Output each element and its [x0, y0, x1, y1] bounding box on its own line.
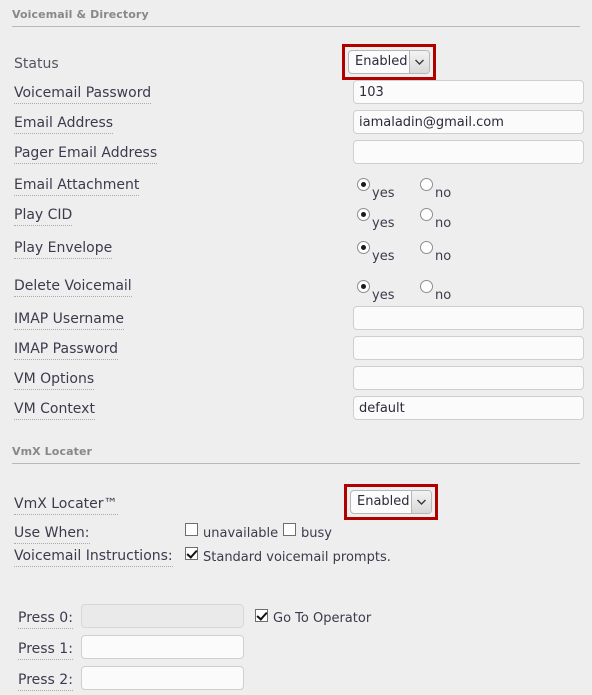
play-cid-radio-yes[interactable]	[357, 208, 370, 221]
label-pager-email-address: Pager Email Address	[14, 145, 158, 164]
use-when-unavailable-label: unavailable	[203, 526, 279, 541]
go-to-operator-label: Go To Operator	[273, 611, 372, 626]
label-vm-context: VM Context	[14, 401, 95, 420]
email-attachment-radio-no-label: no	[435, 186, 452, 201]
label-play-cid: Play CID	[14, 207, 73, 226]
imap-password-input[interactable]	[353, 336, 584, 360]
press-2-input[interactable]	[81, 666, 244, 690]
chevron-down-icon	[409, 51, 429, 73]
label-vmx-locater: VmX Locater™	[14, 496, 118, 515]
play-envelope-radio-no-label: no	[435, 249, 452, 264]
voicemail-password-input[interactable]	[353, 80, 584, 104]
status-dropdown-highlight: Enabled	[342, 44, 436, 80]
play-envelope-radio-yes-label: yes	[372, 249, 395, 264]
email-attachment-radio-no[interactable]	[420, 178, 433, 191]
label-press-2: Press 2:	[18, 672, 73, 691]
play-envelope-radio-no[interactable]	[420, 241, 433, 254]
email-address-input[interactable]	[353, 110, 584, 134]
section-divider-2	[12, 463, 580, 464]
label-voicemail-password: Voicemail Password	[14, 85, 152, 104]
pager-email-address-input[interactable]	[353, 140, 584, 164]
use-when-busy-label: busy	[301, 526, 332, 541]
label-use-when: Use When:	[14, 525, 90, 544]
section-divider	[12, 26, 580, 27]
vmx-locater-dropdown-highlight: Enabled	[344, 484, 438, 520]
label-imap-password: IMAP Password	[14, 341, 119, 360]
label-press-0: Press 0:	[18, 610, 73, 629]
press-0-input[interactable]	[81, 604, 244, 628]
status-dropdown-value: Enabled	[355, 54, 408, 69]
section-title-voicemail-directory: Voicemail & Directory	[12, 8, 149, 21]
label-voicemail-instructions: Voicemail Instructions:	[14, 548, 173, 567]
vm-options-input[interactable]	[353, 366, 584, 390]
section-title-vmx-locater: VmX Locater	[12, 445, 93, 458]
label-press-1: Press 1:	[18, 641, 73, 660]
email-attachment-radio-yes[interactable]	[357, 178, 370, 191]
play-envelope-radio-yes[interactable]	[357, 241, 370, 254]
voicemail-instructions-checkbox[interactable]	[185, 547, 198, 560]
use-when-busy-checkbox[interactable]	[283, 523, 296, 536]
delete-voicemail-radio-no-label: no	[435, 288, 452, 303]
go-to-operator-checkbox[interactable]	[255, 609, 268, 622]
chevron-down-icon	[411, 491, 431, 513]
imap-username-input[interactable]	[353, 306, 584, 330]
vmx-locater-dropdown[interactable]: Enabled	[350, 490, 432, 514]
vm-context-input[interactable]	[353, 396, 584, 420]
label-vm-options: VM Options	[14, 371, 95, 390]
play-cid-radio-no[interactable]	[420, 208, 433, 221]
email-attachment-radio-yes-label: yes	[372, 186, 395, 201]
use-when-unavailable-checkbox[interactable]	[185, 523, 198, 536]
label-play-envelope: Play Envelope	[14, 240, 113, 259]
label-status: Status	[14, 56, 59, 72]
play-cid-radio-no-label: no	[435, 216, 452, 231]
label-email-address: Email Address	[14, 115, 114, 134]
press-1-input[interactable]	[81, 635, 244, 659]
label-imap-username: IMAP Username	[14, 311, 125, 330]
label-delete-voicemail: Delete Voicemail	[14, 278, 132, 297]
label-email-attachment: Email Attachment	[14, 177, 140, 196]
voicemail-instructions-option-label: Standard voicemail prompts.	[203, 550, 391, 565]
delete-voicemail-radio-no[interactable]	[420, 280, 433, 293]
voicemail-directory-settings-page: Voicemail & Directory Status Enabled Voi…	[0, 0, 592, 695]
delete-voicemail-radio-yes[interactable]	[357, 280, 370, 293]
delete-voicemail-radio-yes-label: yes	[372, 288, 395, 303]
play-cid-radio-yes-label: yes	[372, 216, 395, 231]
vmx-locater-dropdown-value: Enabled	[357, 494, 410, 509]
status-dropdown[interactable]: Enabled	[348, 50, 430, 74]
